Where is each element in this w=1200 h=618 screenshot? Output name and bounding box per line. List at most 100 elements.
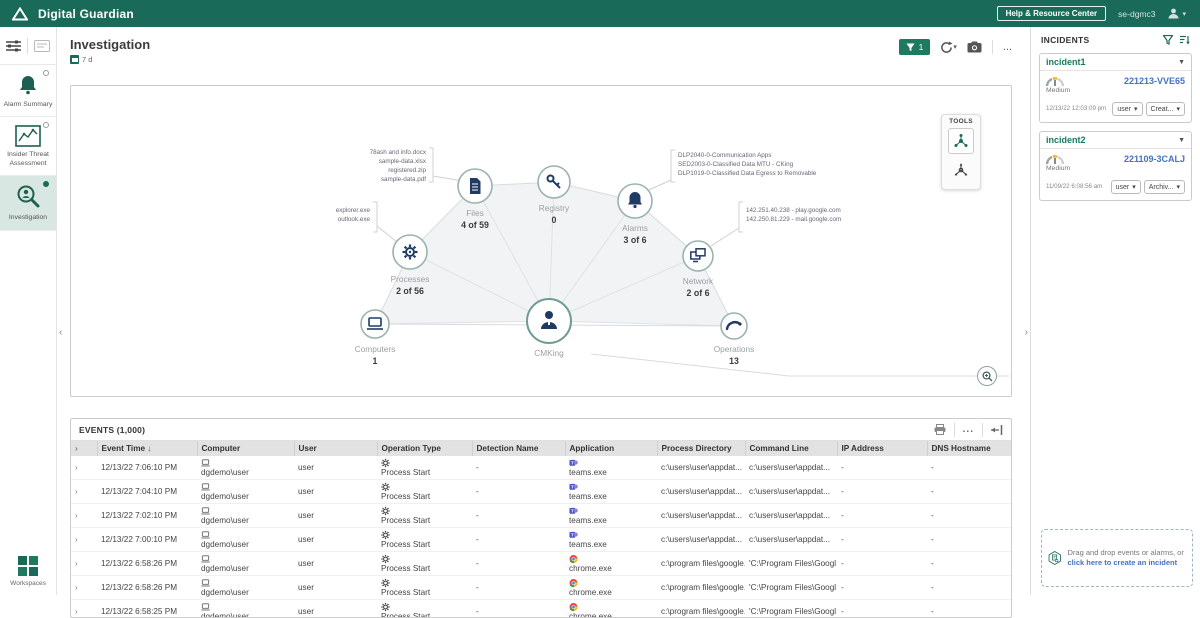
link-analysis-canvas[interactable]: 78ash and info.docx sample-data.xlsx reg… (70, 85, 1012, 397)
row-expand-chevron[interactable]: › (75, 583, 78, 592)
severity-block: Medium (1046, 154, 1070, 172)
sidebar-item-workspaces[interactable]: Workspaces (0, 555, 56, 587)
svg-text:DLP1019-0-Classified Data Egre: DLP1019-0-Classified Data Egress to Remo… (678, 170, 817, 177)
col-computer[interactable]: Computer (197, 441, 294, 456)
expand-right-chevron[interactable]: › (1025, 327, 1028, 338)
caret-down-icon: ▼ (1178, 137, 1185, 144)
incident-card: incident1 ▼ Medium 221213-VVE65 12/13/22… (1039, 53, 1192, 123)
sidebar-item-alarm-summary[interactable]: Alarm Summary (0, 65, 56, 117)
zoom-button[interactable] (977, 366, 997, 386)
layout-radial-tool-button[interactable] (948, 128, 974, 154)
table-row[interactable]: › 12/13/22 6:58:26 PM dgdemo\user user P… (71, 576, 1012, 600)
table-row[interactable]: › 12/13/22 7:04:10 PM dgdemo\user user P… (71, 480, 1012, 504)
file-icon (470, 178, 481, 194)
sidebar-item-label: Workspaces (0, 580, 56, 587)
events-more-menu[interactable]: ... (963, 424, 974, 435)
workspaces-grid-icon (17, 555, 39, 577)
table-row[interactable]: › 12/13/22 7:00:10 PM dgdemo\user user P… (71, 528, 1012, 552)
row-expand-chevron[interactable]: › (75, 607, 78, 616)
row-expand-chevron[interactable]: › (75, 511, 78, 520)
gear-icon (403, 245, 418, 260)
user-menu[interactable]: ▾ (1167, 7, 1186, 20)
col-process-directory[interactable]: Process Directory (657, 441, 745, 456)
svg-text:3 of 6: 3 of 6 (624, 235, 647, 245)
row-expand-chevron[interactable]: › (75, 535, 78, 544)
col-application[interactable]: Application (565, 441, 657, 456)
layout-toggle-icon[interactable] (6, 40, 21, 52)
operation-icon (381, 530, 390, 540)
table-row[interactable]: › 12/13/22 7:02:10 PM dgdemo\user user P… (71, 504, 1012, 528)
application-icon (569, 482, 578, 492)
col-user[interactable]: User (294, 441, 377, 456)
status-badge (43, 70, 49, 76)
incidents-filter-icon[interactable] (1163, 35, 1173, 45)
severity-label: Medium (1046, 165, 1070, 172)
svg-text:Alarms: Alarms (622, 223, 648, 233)
incidents-title: INCIDENTS (1041, 35, 1090, 45)
main-content: Investigation 7 d 1 ▾ ... (57, 27, 1030, 595)
col-operation-type[interactable]: Operation Type (377, 441, 472, 456)
sidebar-item-investigation[interactable]: Investigation (0, 176, 56, 230)
status-badge (43, 122, 49, 128)
table-row[interactable]: › 12/13/22 6:58:26 PM dgdemo\user user P… (71, 552, 1012, 576)
col-detection-name[interactable]: Detection Name (472, 441, 565, 456)
alarms-annotation: DLP2040-0-Communication Apps SED2003-0-C… (678, 152, 817, 177)
application-icon (569, 530, 578, 540)
chart-icon (15, 125, 41, 147)
incident-card-header[interactable]: incident2 ▼ (1040, 132, 1191, 149)
row-expand-chevron[interactable]: › (75, 559, 78, 568)
status-badge (43, 181, 49, 187)
col-dns-hostname[interactable]: DNS Hostname (927, 441, 1012, 456)
application-icon (569, 578, 578, 588)
date-range-label: 7 d (82, 55, 92, 64)
collapse-left-chevron[interactable]: ‹ (59, 327, 62, 338)
svg-text:142.250.81.229 - mail.google.c: 142.250.81.229 - mail.google.com (746, 216, 841, 223)
incidents-sort-icon[interactable] (1179, 35, 1190, 45)
row-expand-chevron[interactable]: › (75, 463, 78, 472)
filter-count: 1 (919, 42, 924, 52)
table-row[interactable]: › 12/13/22 7:06:10 PM dgdemo\user user P… (71, 456, 1012, 480)
card-view-toggle-icon[interactable] (34, 40, 50, 52)
row-expand-chevron[interactable]: › (75, 487, 78, 496)
col-ip-address[interactable]: IP Address (837, 441, 927, 456)
incident-name: incident1 (1046, 57, 1086, 67)
svg-text:0: 0 (552, 215, 557, 225)
incident-dropzone[interactable]: Drag and drop events or alarms, or click… (1041, 529, 1193, 587)
status-dropdown[interactable]: Archiv... ▾ (1144, 180, 1185, 194)
svg-text:4 of 59: 4 of 59 (461, 220, 489, 230)
svg-text:1: 1 (373, 356, 378, 366)
print-icon[interactable] (934, 424, 946, 435)
incident-card-header[interactable]: incident1 ▼ (1040, 54, 1191, 71)
severity-block: Medium (1046, 76, 1070, 94)
collapse-panel-icon[interactable] (991, 425, 1003, 435)
divider (954, 423, 955, 437)
status-dropdown[interactable]: Creat... ▾ (1146, 102, 1185, 116)
svg-text:142.251.40.238 - play.google.c: 142.251.40.238 - play.google.com (746, 207, 841, 214)
brand-title: Digital Guardian (38, 7, 134, 21)
graph-node-user-cmking[interactable]: CMKing (527, 299, 571, 358)
incident-code-link[interactable]: 221109-3CALJ (1124, 154, 1185, 164)
help-resource-center-button[interactable]: Help & Resource Center (997, 6, 1107, 21)
filter-button[interactable]: 1 (899, 39, 931, 55)
processes-annotation: explorer.exe outlook.exe (336, 207, 371, 223)
col-event-time[interactable]: Event Time ↓ (97, 441, 197, 456)
expand-all-header[interactable]: › (71, 441, 97, 456)
create-incident-link[interactable]: click here to create an incident (1068, 558, 1178, 567)
application-icon (569, 554, 578, 564)
incident-card: incident2 ▼ Medium 221109-3CALJ 11/09/22… (1039, 131, 1192, 201)
more-menu-button[interactable]: ... (1003, 41, 1012, 53)
col-command-line[interactable]: Command Line (745, 441, 837, 456)
assignee-dropdown[interactable]: user ▾ (1111, 180, 1141, 194)
snapshot-button[interactable] (967, 41, 982, 53)
table-row[interactable]: › 12/13/22 6:58:25 PM dgdemo\user user P… (71, 600, 1012, 618)
sidebar-item-insider-threat-assessment[interactable]: Insider Threat Assessment (0, 117, 56, 176)
create-incident-hexagon-icon (1048, 544, 1062, 572)
date-range-chip[interactable]: 7 d (70, 55, 92, 64)
incident-code-link[interactable]: 221213-VVE65 (1124, 76, 1185, 86)
assignee-dropdown[interactable]: user ▾ (1112, 102, 1142, 116)
svg-text:Processes: Processes (391, 274, 430, 284)
page-title: Investigation (70, 37, 150, 52)
refresh-button[interactable]: ▾ (940, 41, 957, 54)
layout-hierarchy-tool-button[interactable] (948, 157, 974, 183)
caret-down-icon: ▾ (1176, 183, 1180, 191)
